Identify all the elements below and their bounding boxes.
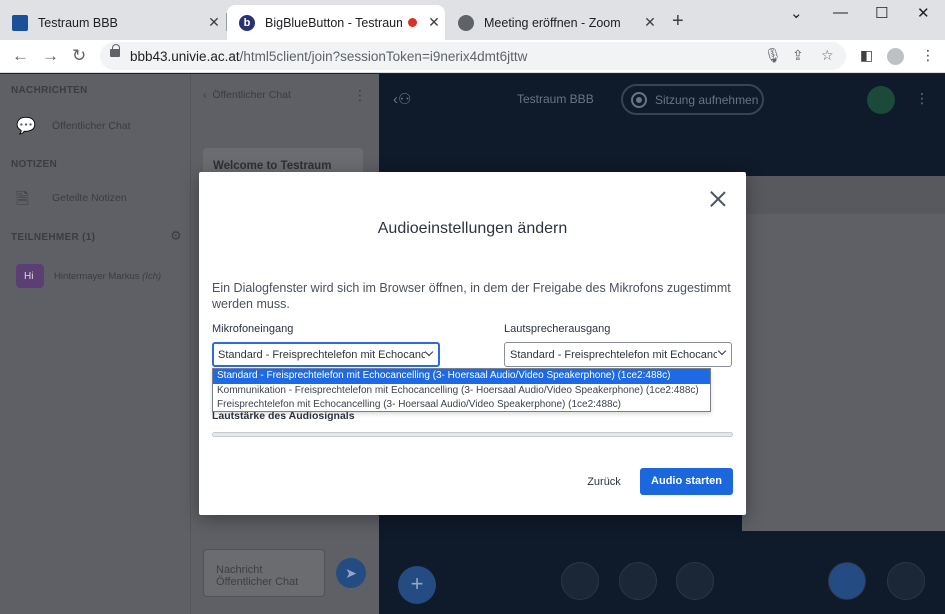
back-button[interactable]: Zurück: [579, 469, 629, 495]
minimize-icon[interactable]: —: [833, 4, 848, 21]
sidebar-item-label: Öffentlicher Chat: [52, 120, 131, 132]
url-text: bbb43.univie.ac.at/html5client/join?sess…: [130, 49, 528, 64]
sidebar-item-public-chat[interactable]: 💬 Öffentlicher Chat: [16, 116, 131, 136]
chat-header[interactable]: ‹ Öffentlicher Chat: [203, 89, 291, 101]
address-bar[interactable]: bbb43.univie.ac.at/html5client/join?sess…: [100, 42, 846, 70]
maximize-icon[interactable]: ☐: [875, 4, 888, 22]
back-arrow-icon[interactable]: ←: [12, 46, 29, 66]
user-list-toggle-icon[interactable]: ‹⚇: [393, 90, 411, 108]
close-window-icon[interactable]: ✕: [917, 4, 930, 22]
chat-options-icon[interactable]: ⋮: [353, 87, 367, 104]
tab-title: BigBlueButton - Testraum BB: [265, 15, 402, 30]
recording-icon: [408, 18, 417, 27]
share-icon[interactable]: ⇪: [792, 47, 804, 64]
dropdown-option[interactable]: Freisprechtelefon mit Echocancelling (3-…: [213, 398, 710, 413]
start-audio-button[interactable]: Audio starten: [640, 468, 733, 495]
video-off-icon[interactable]: [619, 562, 657, 600]
lock-icon: [110, 44, 120, 57]
reload-icon[interactable]: ↻: [72, 46, 86, 66]
bbb-logo-icon: b: [239, 14, 255, 31]
tab-title: Testraum BBB: [38, 15, 118, 30]
close-icon[interactable]: [709, 190, 727, 208]
modal-description: Ein Dialogfenster wird sich im Browser ö…: [212, 281, 731, 311]
presentation-toggle-icon[interactable]: [828, 562, 866, 600]
chevron-down-icon[interactable]: ⌄: [790, 4, 803, 22]
notes-document-icon: 🗎: [16, 191, 29, 208]
tab-testraum[interactable]: Testraum BBB ✕: [0, 5, 225, 40]
modal-title: Audioeinstellungen ändern: [377, 220, 568, 237]
audio-settings-modal: Audioeinstellungen ändern Ein Dialogfens…: [199, 172, 746, 515]
speaker-label: Lautsprecherausgang: [504, 323, 611, 335]
profile-avatar-icon[interactable]: [887, 48, 904, 65]
close-tab-icon[interactable]: ✕: [639, 14, 661, 31]
dropdown-option[interactable]: Standard - Freisprechtelefon mit Echocan…: [213, 369, 710, 384]
star-icon[interactable]: ☆: [821, 47, 834, 64]
record-button[interactable]: Sitzung aufnehmen: [621, 84, 764, 115]
microphone-icon[interactable]: 🎙: [764, 47, 782, 64]
participants-section-title: TEILNEHMER (1): [11, 232, 96, 243]
options-menu-icon[interactable]: ⋮: [915, 90, 929, 107]
speaker-select[interactable]: Standard - Freisprechtelefon mit Echocan…: [504, 342, 732, 367]
meeting-title: Testraum BBB: [517, 92, 594, 106]
forward-arrow-icon[interactable]: →: [42, 46, 59, 66]
close-tab-icon[interactable]: ✕: [423, 14, 445, 31]
chat-message-input[interactable]: Nachricht Öffentlicher Chat: [203, 549, 325, 597]
gear-icon[interactable]: ⚙: [170, 228, 182, 244]
microphone-select[interactable]: Standard - Freisprechtelefon mit Echocan…: [212, 342, 440, 367]
audio-muted-icon[interactable]: [561, 562, 599, 600]
user-name[interactable]: Hintermayer Markus (Ich): [54, 271, 161, 282]
close-tab-icon[interactable]: ✕: [203, 14, 225, 31]
globe-icon: [458, 14, 474, 31]
tab-title: Meeting eröffnen - Zoom: [484, 15, 621, 30]
chevron-down-icon: [718, 348, 727, 357]
side-panel-icon[interactable]: ◧: [860, 47, 873, 64]
user-list-sidebar: NACHRICHTEN 💬 Öffentlicher Chat NOTIZEN …: [0, 74, 190, 614]
connection-status-icon[interactable]: [867, 86, 895, 114]
screen-share-icon[interactable]: [676, 562, 714, 600]
avatar: Hi: [16, 264, 44, 288]
tab-bigbluebutton[interactable]: b BigBlueButton - Testraum BB ✕: [227, 5, 445, 40]
volume-meter: [212, 432, 733, 437]
add-action-button[interactable]: +: [398, 566, 436, 604]
tab-zoom[interactable]: Meeting eröffnen - Zoom ✕: [446, 5, 661, 40]
presentation-toolbar: [742, 176, 945, 214]
menu-kebab-icon[interactable]: ⋮: [921, 47, 935, 64]
chat-bubble-icon: 💬: [16, 118, 36, 135]
sidebar-item-label: Geteilte Notizen: [52, 192, 127, 204]
new-tab-button[interactable]: +: [672, 11, 684, 31]
record-icon: [631, 92, 647, 108]
browser-toolbar: ← → ↻ bbb43.univie.ac.at/html5client/joi…: [0, 40, 945, 73]
raise-hand-icon[interactable]: [887, 562, 925, 600]
send-icon[interactable]: ➤: [336, 558, 366, 588]
browser-tab-bar: Testraum BBB ✕ b BigBlueButton - Testrau…: [0, 0, 945, 40]
sidebar-item-shared-notes[interactable]: 🗎 Geteilte Notizen: [16, 188, 127, 208]
microphone-label: Mikrofoneingang: [212, 323, 294, 335]
dropdown-option[interactable]: Kommunikation - Freisprechtelefon mit Ec…: [213, 384, 710, 399]
messages-section-title: NACHRICHTEN: [11, 85, 88, 96]
notes-section-title: NOTIZEN: [11, 159, 57, 170]
chevron-down-icon: [425, 349, 434, 358]
univie-logo-icon: [12, 14, 28, 31]
presentation-slide: [742, 176, 945, 531]
microphone-dropdown-list: Standard - Freisprechtelefon mit Echocan…: [212, 368, 711, 412]
